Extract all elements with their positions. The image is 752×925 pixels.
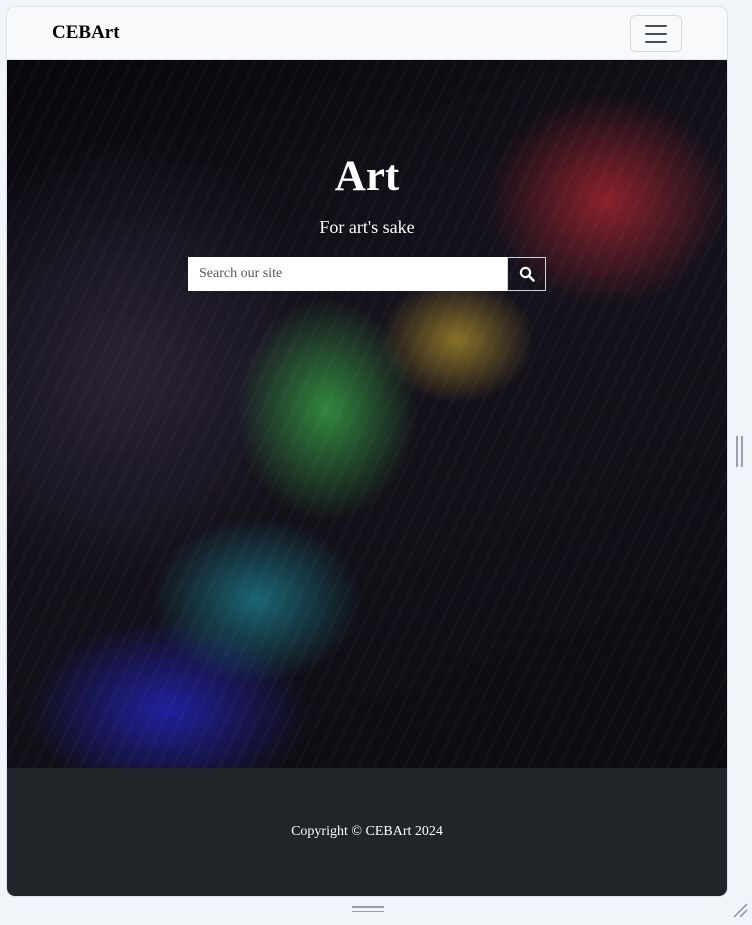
resize-corner-icon[interactable] [731, 901, 749, 919]
search-icon [519, 266, 535, 282]
hamburger-menu-icon [645, 24, 667, 27]
brand-link[interactable]: CEBArt [52, 22, 120, 44]
navbar: CEBArt [7, 7, 727, 60]
grip-line [736, 436, 738, 467]
hero-banner: Art For art's sake [7, 60, 727, 768]
search-button[interactable] [507, 257, 546, 291]
copyright-text: Copyright © CEBArt 2024 [291, 824, 443, 839]
hamburger-menu-icon-bar [645, 32, 667, 35]
horizontal-resize-handle[interactable] [352, 906, 384, 912]
page-frame: CEBArt Art For art's sake Copyright © CE… [7, 7, 727, 896]
grip-line [352, 906, 384, 908]
navbar-toggler-button[interactable] [630, 15, 682, 52]
hero-title: Art [334, 153, 400, 200]
hero-subtitle: For art's sake [319, 217, 415, 237]
grip-line [741, 436, 743, 467]
vertical-resize-handle[interactable] [736, 436, 744, 467]
search-input[interactable] [188, 257, 507, 291]
grip-line [352, 910, 384, 912]
search-form [188, 257, 546, 292]
footer: Copyright © CEBArt 2024 [7, 768, 727, 896]
hamburger-menu-icon-bar [645, 40, 667, 43]
